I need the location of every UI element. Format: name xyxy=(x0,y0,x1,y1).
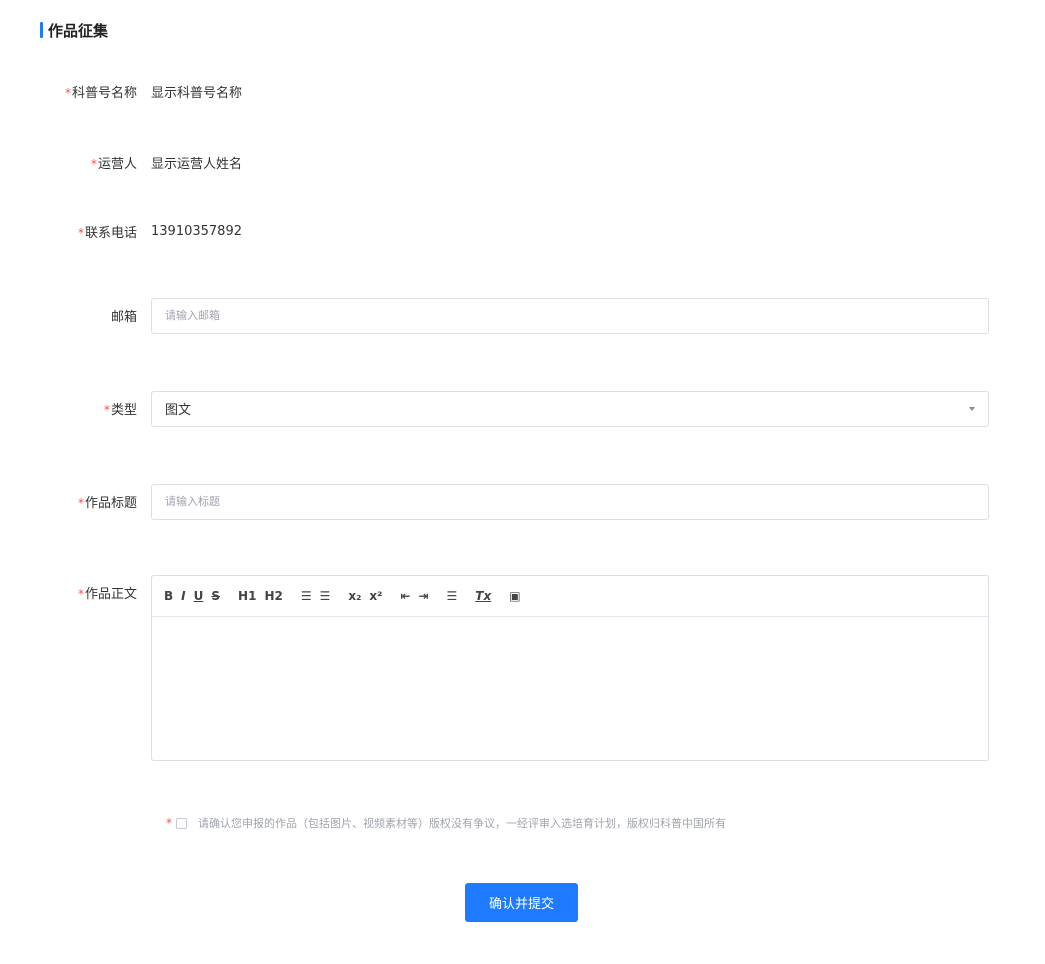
required-mark: * xyxy=(77,225,84,240)
section-title-text: 作品征集 xyxy=(48,21,109,40)
bold-button[interactable]: B xyxy=(160,589,177,603)
email-label: 邮箱 xyxy=(110,310,137,325)
editor-content-area[interactable] xyxy=(152,617,988,761)
required-mark: * xyxy=(77,587,84,601)
form-row-operator: *运营人 显示运营人姓名 xyxy=(0,151,1045,173)
outdent-icon[interactable]: ⇤ xyxy=(396,589,414,603)
agreement-row: * 请确认您申报的作品（包括图片、视频素材等）版权没有争议，一经评审入选培育计划… xyxy=(166,815,726,831)
agreement-checkbox[interactable] xyxy=(176,817,187,829)
align-icon[interactable]: ☰ xyxy=(443,589,462,603)
name-label: *科普号名称 xyxy=(64,85,137,101)
form-row-email: 邮箱 xyxy=(0,297,1045,334)
underline-button[interactable]: U xyxy=(190,589,208,603)
type-select[interactable]: 图文 xyxy=(151,390,989,427)
agreement-text: 请确认您申报的作品（包括图片、视频素材等）版权没有争议，一经评审入选培育计划，版… xyxy=(198,817,726,830)
form-row-title: *作品标题 xyxy=(0,483,1045,520)
phone-label: *联系电话 xyxy=(77,225,137,241)
form-row-type: *类型 图文 xyxy=(0,390,1045,427)
editor-toolbar: B I U S H1 H2 ☰ ☰ x₂ x² ⇤ ⇥ ☰ Tx ▣ xyxy=(152,576,988,617)
operator-value: 显示运营人姓名 xyxy=(151,156,243,172)
form-row-phone: *联系电话 13910357892 xyxy=(0,220,1045,242)
type-label: *类型 xyxy=(103,403,137,418)
phone-value: 13910357892 xyxy=(151,223,242,239)
required-mark: * xyxy=(77,496,84,510)
required-mark: * xyxy=(103,403,110,417)
superscript-button[interactable]: x² xyxy=(365,589,386,603)
italic-button[interactable]: I xyxy=(177,589,189,603)
chevron-down-icon xyxy=(969,406,975,411)
operator-label: *运营人 xyxy=(90,156,137,172)
title-input[interactable] xyxy=(151,483,989,520)
form-row-name: *科普号名称 显示科普号名称 xyxy=(0,80,1045,102)
header-2-button[interactable]: H2 xyxy=(260,589,286,603)
submit-button[interactable]: 确认并提交 xyxy=(465,883,578,922)
ordered-list-icon[interactable]: ☰ xyxy=(297,589,316,603)
required-mark: * xyxy=(90,156,97,171)
header-1-button[interactable]: H1 xyxy=(234,589,260,603)
clear-format-icon[interactable]: Tx xyxy=(471,589,495,603)
body-label: *作品正文 xyxy=(77,587,137,602)
required-mark: * xyxy=(166,816,172,830)
form-row-body: *作品正文 B I U S H1 H2 ☰ ☰ x₂ x² ⇤ ⇥ ☰ Tx ▣ xyxy=(0,575,1045,761)
name-value: 显示科普号名称 xyxy=(151,85,243,101)
section-title-bar xyxy=(40,22,43,38)
type-selected-value: 图文 xyxy=(165,403,192,418)
subscript-button[interactable]: x₂ xyxy=(344,589,365,603)
bullet-list-icon[interactable]: ☰ xyxy=(316,589,335,603)
required-mark: * xyxy=(64,85,71,100)
section-title: 作品征集 xyxy=(40,20,108,40)
rich-text-editor: B I U S H1 H2 ☰ ☰ x₂ x² ⇤ ⇥ ☰ Tx ▣ xyxy=(151,575,989,761)
image-icon[interactable]: ▣ xyxy=(505,589,524,603)
title-label: *作品标题 xyxy=(77,496,137,511)
indent-icon[interactable]: ⇥ xyxy=(414,589,432,603)
email-input[interactable] xyxy=(151,297,989,334)
strike-button[interactable]: S xyxy=(207,589,224,603)
